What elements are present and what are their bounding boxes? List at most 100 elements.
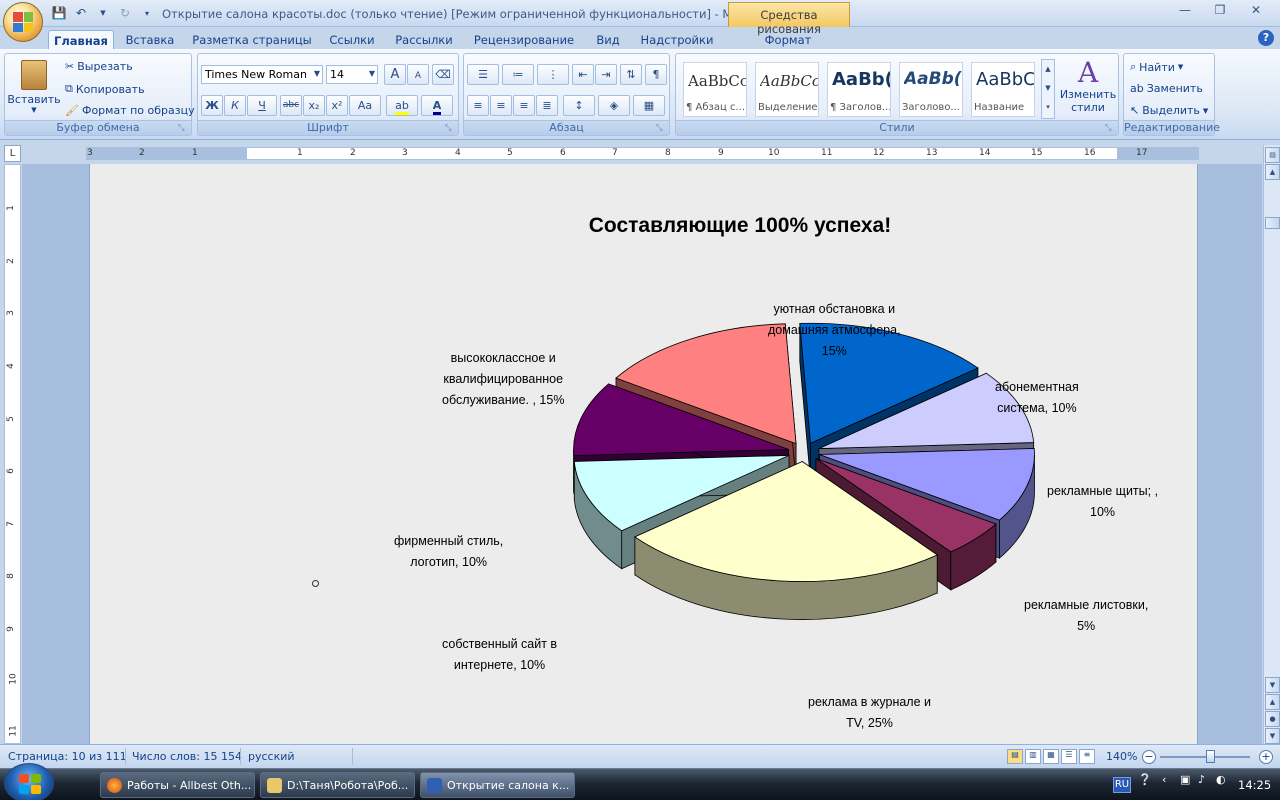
tab-view[interactable]: Вид	[590, 30, 626, 50]
replace-button[interactable]: ab Заменить	[1130, 82, 1203, 95]
language-indicator-tray[interactable]: RU	[1113, 777, 1131, 793]
clear-formatting-button[interactable]: ⌫	[432, 64, 454, 85]
strikethrough-button[interactable]: abc	[280, 95, 302, 116]
redo-icon[interactable]: ↻	[116, 4, 134, 22]
bullets-button[interactable]: ☰	[467, 64, 499, 85]
find-button[interactable]: ⌕ Найти ▼	[1130, 60, 1183, 74]
tab-add-ins[interactable]: Надстройки	[636, 30, 718, 50]
subscript-button[interactable]: x₂	[303, 95, 325, 116]
style-tile-heading2[interactable]: AaBb( Заголово...	[899, 62, 963, 117]
scroll-up-button[interactable]: ▲	[1265, 164, 1280, 180]
dialog-launcher-icon[interactable]: ⤡	[656, 123, 666, 133]
vertical-ruler[interactable]: 1 2 3 4 5 6 7 8 9 10 11	[4, 164, 21, 744]
align-right-button[interactable]: ≡	[513, 95, 535, 116]
zoom-slider-thumb[interactable]	[1206, 750, 1215, 763]
multilevel-list-button[interactable]: ⋮	[537, 64, 569, 85]
print-layout-view-icon[interactable]: ▤	[1007, 749, 1023, 764]
scroll-thumb[interactable]	[1265, 217, 1280, 229]
vertical-scrollbar[interactable]: ▤ ▲ ▼ ▲ ● ▼	[1263, 145, 1280, 745]
office-button[interactable]	[3, 2, 43, 42]
data-label-0[interactable]: уютная обстановка и домашняя атмосфера, 15…	[768, 299, 901, 362]
line-spacing-button[interactable]: ↕	[563, 95, 595, 116]
paste-button[interactable]: Вставить ▼	[7, 58, 61, 118]
change-styles-button[interactable]: A Изменить стили	[1060, 58, 1116, 115]
word-count[interactable]: Число слов: 15 154	[132, 750, 242, 763]
zoom-level[interactable]: 140%	[1106, 750, 1137, 763]
ruler-toggle-icon[interactable]: ▤	[1265, 147, 1280, 163]
grow-font-button[interactable]: A	[384, 64, 406, 85]
show-marks-button[interactable]: ¶	[645, 64, 667, 85]
next-page-button[interactable]: ▼	[1265, 728, 1280, 744]
data-label-1[interactable]: абонементная система, 10%	[995, 377, 1079, 419]
tab-insert[interactable]: Вставка	[120, 30, 180, 50]
increase-indent-button[interactable]: ⇥	[595, 64, 617, 85]
security-icon[interactable]: ◐	[1216, 773, 1226, 786]
tab-selector[interactable]: L	[4, 145, 21, 162]
styles-scroll[interactable]: ▲ ▼ ▾	[1041, 59, 1055, 119]
select-button[interactable]: ↖ Выделить ▼	[1130, 104, 1208, 117]
page-indicator[interactable]: Страница: 10 из 111	[8, 750, 127, 763]
data-label-3[interactable]: рекламные листовки, 5%	[1024, 595, 1148, 637]
decrease-indent-button[interactable]: ⇤	[572, 64, 594, 85]
full-screen-view-icon[interactable]: ▥	[1025, 749, 1041, 764]
tab-mailings[interactable]: Рассылки	[390, 30, 458, 50]
font-color-button[interactable]: A	[421, 95, 453, 116]
tab-format[interactable]: Формат	[752, 30, 824, 50]
outline-view-icon[interactable]: ☰	[1061, 749, 1077, 764]
help-icon[interactable]: ?	[1258, 30, 1274, 46]
taskbar-item-browser[interactable]: Работы - Allbest Oth...	[100, 772, 255, 798]
clock[interactable]: 14:25	[1238, 778, 1271, 792]
copy-button[interactable]: ⧉ Копировать	[65, 82, 145, 96]
numbering-button[interactable]: ≔	[502, 64, 534, 85]
borders-button[interactable]: ▦	[633, 95, 665, 116]
data-label-6[interactable]: фирменный стиль, логотип, 10%	[394, 531, 503, 573]
tab-review[interactable]: Рецензирование	[468, 30, 580, 50]
browse-object-button[interactable]: ●	[1265, 711, 1280, 727]
previous-page-button[interactable]: ▲	[1265, 694, 1280, 710]
dialog-launcher-icon[interactable]: ⤡	[1105, 123, 1115, 133]
style-tile-normal[interactable]: AaBbCcI ¶ Абзац с...	[683, 62, 747, 117]
tab-references[interactable]: Ссылки	[324, 30, 380, 50]
minimize-button[interactable]: —	[1172, 3, 1198, 21]
scroll-down-button[interactable]: ▼	[1265, 677, 1280, 693]
taskbar-item-folder[interactable]: D:\Таня\Робота\Роб...	[260, 772, 415, 798]
start-button[interactable]	[4, 763, 54, 800]
save-icon[interactable]: 💾	[50, 4, 68, 22]
close-button[interactable]: ✕	[1243, 3, 1269, 21]
bold-button[interactable]: Ж	[201, 95, 223, 116]
style-tile-heading1[interactable]: AaBb( ¶ Заголов...	[827, 62, 891, 117]
align-center-button[interactable]: ≡	[490, 95, 512, 116]
shading-button[interactable]: ◈	[598, 95, 630, 116]
dialog-launcher-icon[interactable]: ⤡	[178, 123, 188, 133]
language-indicator[interactable]: русский	[248, 750, 295, 763]
style-tile-title[interactable]: AaBbC Название	[971, 62, 1035, 117]
change-case-button[interactable]: Aa	[349, 95, 381, 116]
data-label-5[interactable]: собственный сайт в интернете, 10%	[442, 634, 557, 676]
chart-area[interactable]: Составляющие 100% успеха! уютная обстано…	[90, 164, 1197, 744]
data-label-7[interactable]: высококлассное и квалифицированное обслужи…	[442, 348, 564, 411]
tray-expand-icon[interactable]: ‹	[1162, 773, 1166, 786]
dialog-launcher-icon[interactable]: ⤡	[445, 123, 455, 133]
volume-icon[interactable]: ♪	[1198, 773, 1205, 786]
pie-chart[interactable]	[90, 164, 1197, 744]
web-layout-view-icon[interactable]: ▦	[1043, 749, 1059, 764]
superscript-button[interactable]: x²	[326, 95, 348, 116]
italic-button[interactable]: К	[224, 95, 246, 116]
undo-icon[interactable]: ↶	[72, 4, 90, 22]
align-left-button[interactable]: ≡	[467, 95, 489, 116]
format-painter-button[interactable]: 🖌 Формат по образцу	[65, 104, 195, 117]
restore-button[interactable]: ❐	[1207, 3, 1233, 21]
zoom-slider-track[interactable]	[1160, 756, 1250, 758]
customize-qat-icon[interactable]: ▾	[138, 4, 156, 22]
help-tray-icon[interactable]: ❔	[1138, 773, 1152, 786]
justify-button[interactable]: ≣	[536, 95, 558, 116]
tab-home[interactable]: Главная	[48, 30, 114, 50]
tab-page-layout[interactable]: Разметка страницы	[190, 30, 314, 50]
draft-view-icon[interactable]: ≡	[1079, 749, 1095, 764]
taskbar-item-word[interactable]: Открытие салона к...	[420, 772, 575, 798]
document-page[interactable]: Составляющие 100% успеха! уютная обстано…	[89, 164, 1198, 744]
chevron-down-icon[interactable]: ▼	[94, 4, 112, 22]
network-icon[interactable]: ▣	[1180, 773, 1190, 786]
font-name-combo[interactable]: Times New Roman ▼	[201, 65, 323, 84]
highlight-button[interactable]: ab	[386, 95, 418, 116]
